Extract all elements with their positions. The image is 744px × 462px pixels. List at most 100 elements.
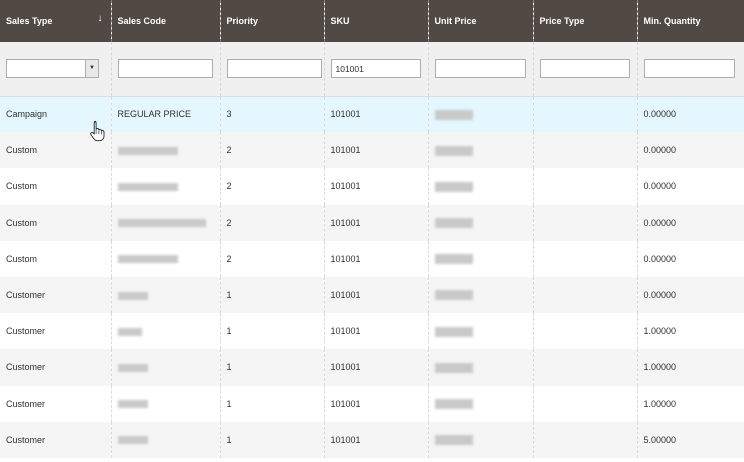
filter-cell-sales-code (110, 42, 220, 97)
redacted-value (434, 435, 473, 446)
sales-code-cell (110, 421, 220, 458)
column-header-unit-price[interactable]: Unit Price (427, 0, 533, 42)
sales-code-cell (110, 204, 220, 241)
sales-type-cell: Customer (0, 421, 111, 458)
min-quantity-cell: 0.00000 (636, 96, 744, 133)
table-row[interactable]: Customer 1 101001 1.00000 (0, 349, 744, 386)
column-header-price-type[interactable]: Price Type (532, 0, 637, 42)
filter-cell-sales-type: ▼ (0, 42, 111, 97)
redacted-value (117, 183, 178, 192)
redacted-value (434, 145, 473, 156)
filter-row: ▼ (0, 42, 744, 97)
redacted-value (117, 291, 148, 300)
price-type-cell (532, 204, 637, 241)
unit-price-cell (427, 313, 533, 350)
sales-type-cell: Custom (0, 168, 111, 205)
column-header-sales-type[interactable]: Sales Type ↓ (0, 0, 111, 42)
redacted-value (117, 436, 148, 445)
table-row[interactable]: Customer 1 101001 1.00000 (0, 385, 744, 422)
redacted-value (434, 181, 473, 192)
sales-code-filter-input[interactable] (117, 59, 213, 79)
sku-cell: 101001 (323, 276, 428, 314)
priority-cell: 2 (219, 168, 324, 205)
column-header-sku[interactable]: SKU (323, 0, 428, 42)
column-header-label: Min. Quantity (643, 16, 701, 26)
redacted-value (434, 290, 473, 301)
sales-type-cell: Customer (0, 385, 111, 422)
min-quantity-cell: 0.00000 (636, 168, 744, 205)
priority-cell: 1 (219, 276, 324, 314)
column-header-min-quantity[interactable]: Min. Quantity (636, 0, 744, 42)
redacted-value (434, 326, 473, 337)
column-header-label: Price Type (539, 16, 585, 26)
table-row[interactable]: Campaign REGULAR PRICE 3 101001 0.00000 (0, 96, 744, 133)
sales-type-cell: Customer (0, 313, 111, 350)
column-header-label: Priority (226, 16, 259, 26)
sales-code-cell: REGULAR PRICE (110, 96, 220, 133)
unit-price-cell (427, 204, 533, 241)
sales-code-cell (110, 276, 220, 314)
sales-type-cell: Customer (0, 276, 111, 314)
sales-code-cell (110, 132, 220, 169)
unit-price-cell (427, 132, 533, 169)
redacted-value (117, 364, 148, 373)
price-type-filter-input[interactable] (539, 59, 630, 79)
price-type-cell (532, 132, 637, 169)
sales-type-filter-select[interactable]: ▼ (6, 59, 99, 79)
sku-cell: 101001 (323, 385, 428, 422)
chevron-down-icon[interactable]: ▼ (85, 60, 98, 78)
filter-cell-price-type (532, 42, 637, 97)
column-header-label: Sales Type (6, 16, 53, 26)
table-row[interactable]: Customer 1 101001 1.00000 (0, 313, 744, 350)
min-quantity-filter-input[interactable] (643, 59, 735, 79)
price-type-cell (532, 96, 637, 133)
unit-price-cell (427, 168, 533, 205)
sales-code-cell (110, 168, 220, 205)
column-header-sales-code[interactable]: Sales Code (110, 0, 220, 42)
priority-cell: 3 (219, 96, 324, 133)
table-row[interactable]: Custom 2 101001 0.00000 (0, 204, 744, 241)
redacted-value (117, 146, 178, 155)
price-type-cell (532, 421, 637, 458)
priority-cell: 1 (219, 349, 324, 386)
sku-cell: 101001 (323, 204, 428, 241)
table-row[interactable]: Customer 1 101001 5.00000 (0, 421, 744, 458)
unit-price-cell (427, 385, 533, 422)
redacted-value (434, 254, 473, 265)
min-quantity-cell: 1.00000 (636, 349, 744, 386)
column-header-priority[interactable]: Priority (219, 0, 324, 42)
priority-filter-input[interactable] (226, 59, 322, 79)
redacted-value (434, 398, 473, 409)
price-type-cell (532, 168, 637, 205)
redacted-value (434, 217, 473, 228)
unit-price-cell (427, 349, 533, 386)
table-row[interactable]: Customer 1 101001 0.00000 (0, 276, 744, 314)
column-header-label: SKU (330, 16, 350, 26)
sku-cell: 101001 (323, 313, 428, 350)
table-row[interactable]: Custom 2 101001 0.00000 (0, 132, 744, 169)
unit-price-cell (427, 240, 533, 277)
column-header-label: Unit Price (434, 16, 477, 26)
min-quantity-cell: 1.00000 (636, 313, 744, 350)
sku-cell: 101001 (323, 349, 428, 386)
sku-filter-input[interactable] (330, 59, 421, 79)
table-row[interactable]: Custom 2 101001 0.00000 (0, 240, 744, 277)
filter-cell-min-quantity (636, 42, 744, 97)
sku-cell: 101001 (323, 168, 428, 205)
priority-cell: 1 (219, 385, 324, 422)
sku-cell: 101001 (323, 132, 428, 169)
sales-code-cell (110, 240, 220, 277)
table-row[interactable]: Custom 2 101001 0.00000 (0, 168, 744, 205)
price-type-cell (532, 313, 637, 350)
min-quantity-cell: 0.00000 (636, 204, 744, 241)
unit-price-cell (427, 96, 533, 133)
filter-cell-unit-price (427, 42, 533, 97)
sort-down-arrow-icon[interactable]: ↓ (98, 13, 103, 24)
priority-cell: 1 (219, 313, 324, 350)
priority-cell: 1 (219, 421, 324, 458)
priority-cell: 2 (219, 132, 324, 169)
column-header-label: Sales Code (117, 16, 167, 26)
unit-price-filter-input[interactable] (434, 59, 526, 79)
redacted-value (434, 109, 473, 120)
min-quantity-cell: 1.00000 (636, 385, 744, 422)
